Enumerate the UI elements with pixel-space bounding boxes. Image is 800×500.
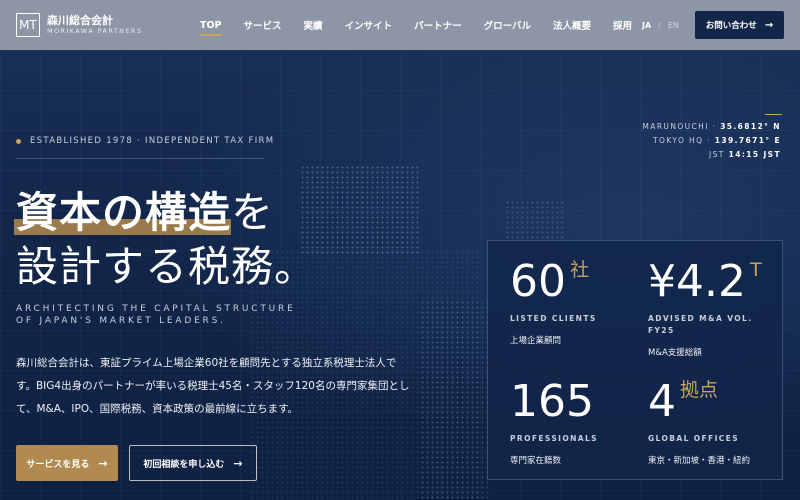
lang-ja-link[interactable]: JA — [642, 21, 651, 30]
subtitle-line2: OF JAPAN'S MARKET LEADERS. — [16, 316, 226, 326]
nav-item-results[interactable]: 実績 — [304, 0, 323, 50]
hero-section: MT 森川総合会計 MORIKAWA PARTNERS TOP サービス 実績 … — [0, 0, 800, 500]
contact-button-label: お問い合わせ — [705, 21, 757, 31]
view-services-button[interactable]: サービスを見る → — [16, 445, 118, 481]
stat-label-ja: 上場企業顧問 — [510, 336, 562, 346]
nav-item-global[interactable]: グローバル — [484, 0, 531, 50]
consultation-label: 初回相談を申し込む — [143, 459, 225, 470]
logo[interactable]: MT 森川総合会計 MORIKAWA PARTNERS — [16, 13, 142, 37]
stat-value: ¥4.2 — [648, 256, 746, 307]
hero-subtitle-en: ARCHITECTING THE CAPITAL STRUCTURE OF JA… — [16, 303, 296, 327]
coord-label: TOKYO HQ · — [653, 136, 711, 145]
stat-professionals: 165 PROFESSIONALS 専門家在籍数 — [510, 376, 630, 467]
divider — [16, 158, 264, 159]
arrow-right-icon: → — [764, 19, 774, 31]
site-header: MT 森川総合会計 MORIKAWA PARTNERS TOP サービス 実績 … — [0, 0, 800, 50]
lang-en-link[interactable]: EN — [668, 21, 679, 30]
coord-label: JST — [709, 150, 725, 159]
coord-latitude: 35.6812° N — [720, 122, 781, 131]
nav-item-insights[interactable]: インサイト — [345, 0, 393, 50]
stat-suffix: 社 — [570, 259, 590, 281]
coord-time: 14:15 JST — [728, 150, 781, 159]
logo-name-ja: 森川総合会計 — [47, 13, 113, 27]
logo-mark: MT — [16, 13, 40, 37]
stat-label-ja: 東京・新加坡・香港・紐約 — [648, 456, 751, 466]
stat-global-offices: 4 拠点 GLOBAL OFFICES 東京・新加坡・香港・紐約 — [648, 376, 768, 467]
nav-item-services[interactable]: サービス — [244, 0, 282, 50]
main-nav: TOP サービス 実績 インサイト パートナー グローバル 法人概要 採用 — [200, 0, 654, 50]
headline-line2: 設計する税務。 — [16, 242, 318, 291]
arrow-right-icon: → — [233, 456, 243, 470]
established-tagline: ESTABLISHED 1978 · INDEPENDENT TAX FIRM — [16, 136, 274, 146]
background-dot-pattern — [420, 300, 490, 500]
gold-dot-icon — [16, 138, 21, 144]
nav-item-recruit[interactable]: 採用 — [613, 0, 632, 50]
nav-item-partners[interactable]: パートナー — [414, 0, 462, 50]
location-coordinates: MARUNOUCHI · 35.6812° N TOKYO HQ · 139.7… — [642, 120, 781, 162]
view-services-label: サービスを見る — [26, 459, 90, 470]
stats-panel: 60 社 LISTED CLIENTS 上場企業顧問 ¥4.2 T ADVISE… — [487, 240, 783, 480]
stat-suffix: 拠点 — [680, 379, 719, 401]
stat-label-en: GLOBAL OFFICES — [648, 434, 739, 443]
background-dot-pattern — [505, 200, 565, 240]
stat-ma-volume: ¥4.2 T ADVISED M&A VOL. FY25 M&A支援総額 — [648, 256, 768, 359]
consultation-button[interactable]: 初回相談を申し込む → — [129, 445, 257, 481]
gold-accent-line — [765, 114, 782, 115]
background-dot-pattern — [300, 165, 420, 255]
nav-item-company[interactable]: 法人概要 — [553, 0, 591, 50]
coord-longitude: 139.7671° E — [714, 136, 781, 145]
stat-label-ja: 専門家在籍数 — [510, 456, 562, 466]
established-text: ESTABLISHED 1978 · INDEPENDENT TAX FIRM — [30, 136, 275, 146]
stat-value: 4 — [648, 376, 676, 427]
stat-label-ja: M&A支援総額 — [648, 348, 702, 358]
arrow-right-icon: → — [98, 456, 108, 470]
language-switcher: JA / EN — [642, 0, 679, 50]
subtitle-line1: ARCHITECTING THE CAPITAL STRUCTURE — [16, 304, 296, 314]
coord-label: MARUNOUCHI · — [642, 122, 717, 131]
headline-particle: を — [231, 188, 275, 237]
lang-separator: / — [658, 20, 661, 30]
stat-label-en: ADVISED M&A VOL. FY25 — [648, 314, 753, 335]
stat-label-en: PROFESSIONALS — [510, 434, 598, 443]
hero-headline: 資本の構造を 設計する税務。 — [16, 186, 317, 294]
stat-listed-clients: 60 社 LISTED CLIENTS 上場企業顧問 — [510, 256, 630, 347]
logo-name-en: MORIKAWA PARTNERS — [47, 26, 143, 35]
headline-highlight: 資本の構造 — [16, 188, 232, 237]
stat-label-en: LISTED CLIENTS — [510, 314, 597, 323]
stat-value: 60 — [510, 256, 566, 307]
contact-button[interactable]: お問い合わせ → — [695, 11, 784, 39]
nav-item-top[interactable]: TOP — [200, 0, 222, 50]
hero-description: 森川総合会計は、東証プライム上場企業60社を顧問先とする独立系税理士法人です。B… — [16, 357, 410, 415]
stat-suffix: T — [749, 259, 762, 281]
stat-value: 165 — [510, 376, 594, 427]
